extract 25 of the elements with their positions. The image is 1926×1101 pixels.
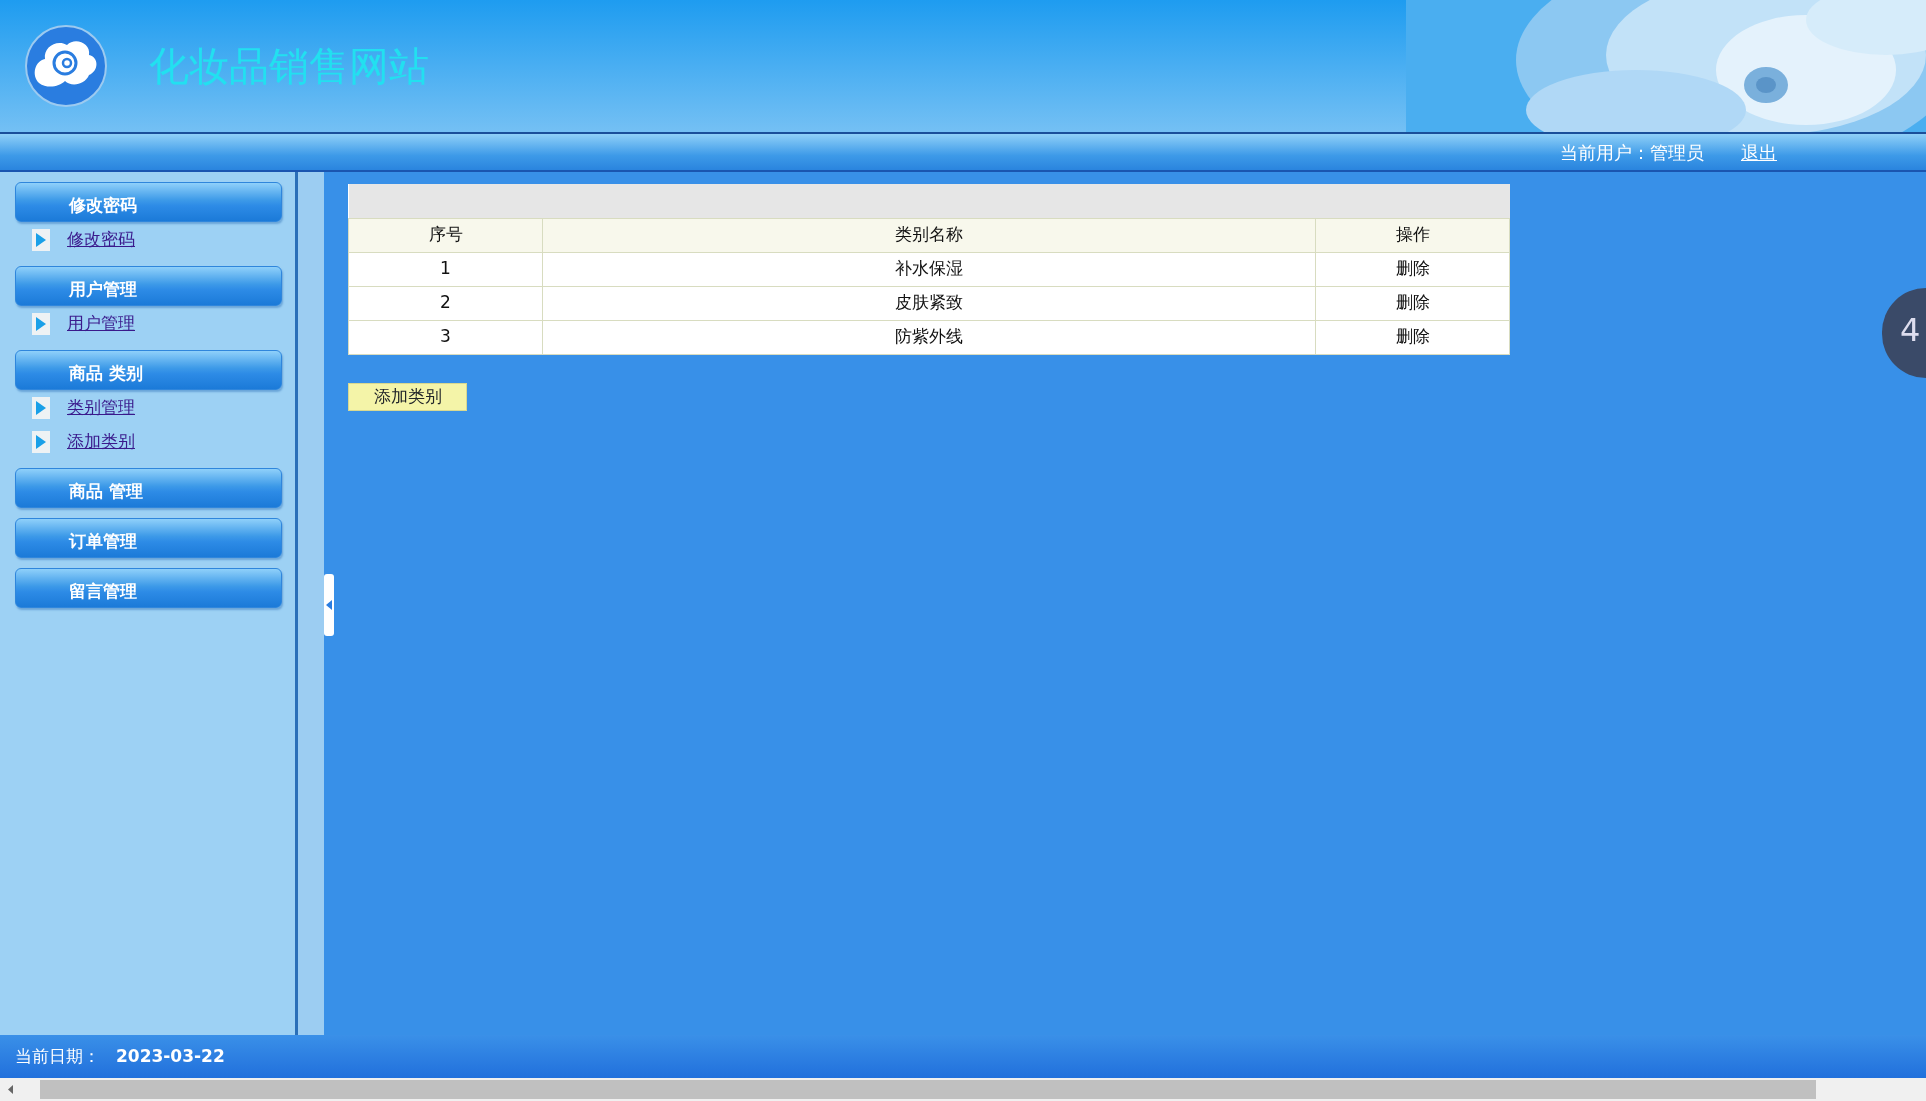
table-cell: 补水保湿 bbox=[542, 252, 1316, 286]
horizontal-scrollbar[interactable] bbox=[0, 1078, 1926, 1101]
scrollbar-thumb[interactable] bbox=[40, 1080, 1816, 1099]
delete-action[interactable]: 删除 bbox=[1315, 252, 1510, 286]
collapse-arrow-icon bbox=[325, 600, 333, 610]
delete-action[interactable]: 删除 bbox=[1315, 286, 1510, 320]
column-header: 类别名称 bbox=[542, 218, 1316, 252]
table-cell: 1 bbox=[348, 252, 543, 286]
sidebar-link[interactable]: 添加类别 bbox=[67, 428, 135, 455]
current-date: 2023-03-22 bbox=[116, 1044, 225, 1068]
floating-counter-badge[interactable]: 4 bbox=[1882, 288, 1926, 378]
sidebar-link[interactable]: 修改密码 bbox=[67, 226, 135, 253]
delete-action[interactable]: 删除 bbox=[1315, 320, 1510, 354]
table-cell: 2 bbox=[348, 286, 543, 320]
column-header: 操作 bbox=[1315, 218, 1510, 252]
table-cell: 3 bbox=[348, 320, 543, 354]
table-cell: 防紫外线 bbox=[542, 320, 1316, 354]
collapse-handle[interactable] bbox=[324, 574, 334, 636]
sidebar-link[interactable]: 类别管理 bbox=[67, 394, 135, 421]
column-header: 序号 bbox=[348, 218, 543, 252]
date-label: 当前日期： bbox=[15, 1044, 100, 1068]
sidebar-link[interactable]: 用户管理 bbox=[67, 310, 135, 337]
table-cell: 皮肤紧致 bbox=[542, 286, 1316, 320]
add-category-button[interactable]: 添加类别 bbox=[348, 382, 467, 411]
current-user-label: 当前用户：管理员 bbox=[1560, 140, 1704, 165]
